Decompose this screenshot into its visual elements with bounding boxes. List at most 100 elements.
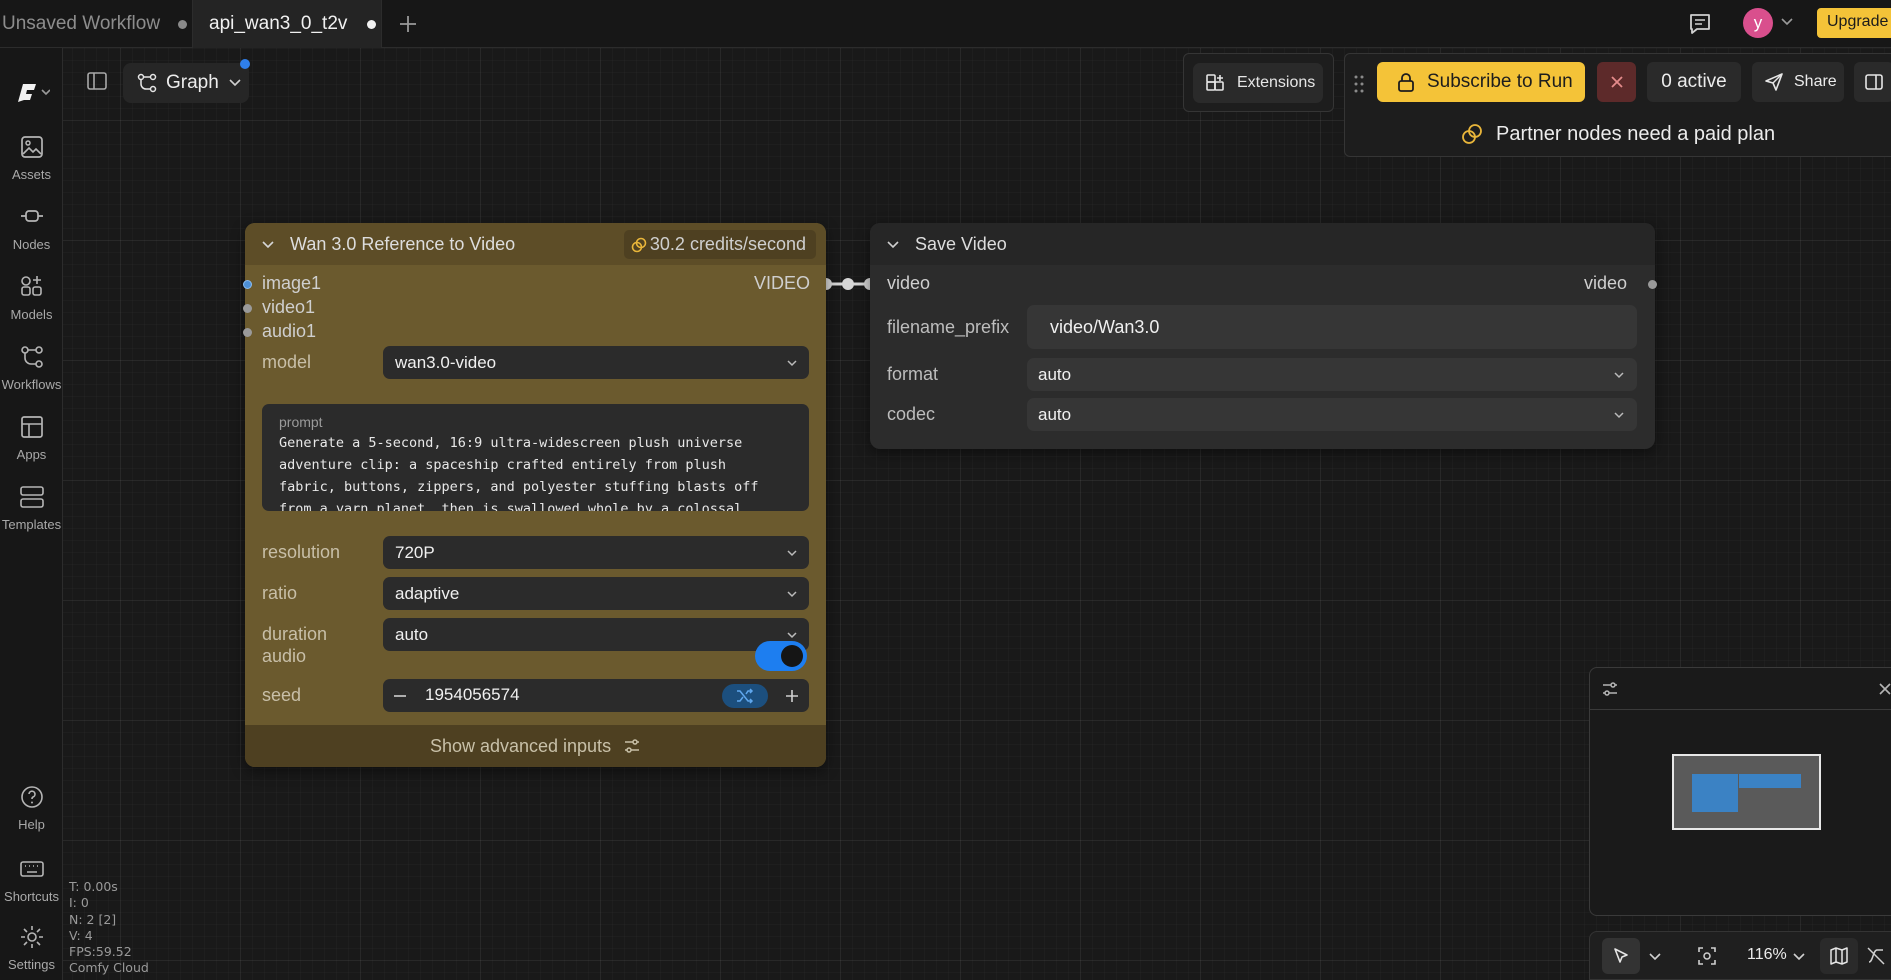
prompt-text: Generate a 5-second, 16:9 ultra-widescre… xyxy=(279,435,759,511)
plus-icon xyxy=(400,16,416,32)
minimap-toggle-button[interactable] xyxy=(1820,938,1858,974)
tab-unsaved-workflow[interactable]: Unsaved Workflow xyxy=(0,0,192,48)
chevron-down-icon[interactable] xyxy=(1648,950,1662,964)
settings-sliders-icon[interactable] xyxy=(1601,680,1619,698)
input-label-image1: image1 xyxy=(262,273,322,293)
minimap-header xyxy=(1590,668,1891,710)
tab-api-wan3[interactable]: api_wan3_0_t2v xyxy=(192,0,382,48)
sidebar-item-apps[interactable]: Apps xyxy=(0,414,63,462)
node-title: Save Video xyxy=(915,234,1007,254)
node-header[interactable]: Save Video xyxy=(870,223,1655,265)
seed-value[interactable]: 1954056574 xyxy=(425,685,520,705)
stat-env: Comfy Cloud xyxy=(69,960,149,976)
close-icon[interactable] xyxy=(1877,681,1891,697)
node-wan-reference-to-video[interactable]: Wan 3.0 Reference to Video 30.2 credits/… xyxy=(243,223,826,767)
avatar[interactable]: y xyxy=(1743,8,1773,38)
footer-label: Show advanced inputs xyxy=(429,735,612,756)
chevron-down-icon[interactable] xyxy=(1792,950,1806,964)
duration-value: auto xyxy=(395,624,429,644)
select-tool-button[interactable] xyxy=(1602,938,1640,974)
chevron-down-icon xyxy=(787,632,797,639)
sidebar-item-workflows[interactable]: Workflows xyxy=(0,344,63,392)
chat-button[interactable] xyxy=(1687,11,1713,37)
sidebar-item-models[interactable]: Models xyxy=(0,274,63,322)
sidebar-item-templates[interactable]: Templates xyxy=(0,484,63,532)
sidebar-item-shortcuts[interactable]: Shortcuts xyxy=(0,856,63,904)
right-panel-toggle-button[interactable] xyxy=(1854,62,1891,102)
stat-time: T: 0.00s xyxy=(69,879,118,894)
active-queue-button[interactable]: 0 active xyxy=(1647,62,1741,102)
graph-mode-button[interactable]: Graph xyxy=(123,63,249,103)
model-select[interactable]: wan3.0-video xyxy=(383,346,809,379)
extensions-button[interactable]: Extensions xyxy=(1193,63,1323,103)
shuffle-icon xyxy=(737,688,754,704)
new-tab-button[interactable] xyxy=(392,8,424,40)
sidebar-item-help[interactable]: Help xyxy=(0,784,63,832)
collapse-chevron-icon[interactable] xyxy=(261,238,275,252)
panel-toggle-button[interactable] xyxy=(86,70,108,92)
chevron-down-icon xyxy=(1614,412,1624,419)
subscribe-to-run-button[interactable]: Subscribe to Run xyxy=(1377,62,1585,102)
ratio-select[interactable]: adaptive xyxy=(383,577,809,610)
toggle-knob xyxy=(781,645,803,667)
input-slot-audio1[interactable] xyxy=(243,328,252,337)
chevron-down-icon xyxy=(787,360,797,367)
filename-prefix-input[interactable]: video/Wan3.0 xyxy=(1027,305,1637,349)
comfy-logo[interactable] xyxy=(14,78,50,106)
chevron-down-icon xyxy=(787,591,797,598)
templates-icon xyxy=(19,486,44,508)
codec-select[interactable]: auto xyxy=(1027,398,1637,431)
sidebar-item-nodes[interactable]: Nodes xyxy=(0,204,63,252)
node-title: Wan 3.0 Reference to Video xyxy=(290,234,516,254)
minimap-node-save xyxy=(1739,774,1801,788)
show-advanced-inputs-button[interactable]: Show advanced inputs xyxy=(245,725,826,767)
sidebar-item-settings[interactable]: Settings xyxy=(0,924,63,972)
seed-stepper[interactable]: 1954056574 xyxy=(383,679,809,712)
ratio-value: adaptive xyxy=(395,583,460,603)
minus-icon[interactable] xyxy=(392,689,408,703)
plus-icon[interactable] xyxy=(784,688,800,704)
sidebar: Assets Nodes Models Workflows Apps Templ… xyxy=(0,48,63,980)
widget-label-model: model xyxy=(262,352,312,372)
input-slot-video1[interactable] xyxy=(243,304,252,313)
collapse-chevron-icon[interactable] xyxy=(886,238,900,252)
close-icon xyxy=(1610,76,1623,88)
paid-note-text: Partner nodes need a paid plan xyxy=(1496,122,1776,145)
sidebar-item-assets[interactable]: Assets xyxy=(0,134,63,182)
cancel-run-button[interactable] xyxy=(1597,62,1636,102)
upgrade-button[interactable]: Upgrade xyxy=(1817,8,1891,38)
node-save-video[interactable]: Save Video video video filename_prefix v… xyxy=(870,223,1657,449)
send-icon xyxy=(1765,73,1783,91)
node-header[interactable]: Wan 3.0 Reference to Video 30.2 credits/… xyxy=(245,223,826,265)
output-slot-video[interactable] xyxy=(1648,280,1657,289)
subscribe-label: Subscribe to Run xyxy=(1427,71,1573,92)
input-slot-image1[interactable] xyxy=(243,280,252,289)
resolution-select[interactable]: 720P xyxy=(383,536,809,569)
audio-toggle[interactable] xyxy=(755,641,807,671)
chevron-down-icon xyxy=(229,79,241,87)
widget-label-seed: seed xyxy=(262,685,302,705)
canvas-bottom-toolbar: 116% xyxy=(1589,931,1891,980)
share-button[interactable]: Share xyxy=(1752,62,1844,102)
duration-select[interactable]: auto xyxy=(383,618,809,651)
sidebar-panel-icon xyxy=(87,72,107,90)
credits-badge: 30.2 credits/second xyxy=(623,230,816,259)
fit-view-icon[interactable] xyxy=(1697,946,1717,966)
zoom-level[interactable]: 116% xyxy=(1747,946,1787,964)
output-label-video: VIDEO xyxy=(753,273,810,293)
gear-icon xyxy=(20,926,43,948)
format-select[interactable]: auto xyxy=(1027,358,1637,391)
minimap[interactable] xyxy=(1589,667,1891,916)
credits-text: 30.2 credits/second xyxy=(649,234,806,254)
lock-icon xyxy=(1398,73,1414,92)
image-icon xyxy=(20,136,43,158)
help-icon xyxy=(20,786,43,808)
minimap-viewport[interactable] xyxy=(1672,754,1821,830)
codec-value: auto xyxy=(1038,404,1072,424)
drag-handle-icon[interactable] xyxy=(1353,74,1365,94)
nodes-icon xyxy=(20,210,43,222)
hide-links-icon[interactable] xyxy=(1866,946,1886,966)
randomize-seed-button[interactable] xyxy=(722,684,768,708)
prompt-textarea[interactable]: prompt Generate a 5-second, 16:9 ultra-w… xyxy=(262,404,809,511)
chevron-down-icon[interactable] xyxy=(1780,15,1794,29)
